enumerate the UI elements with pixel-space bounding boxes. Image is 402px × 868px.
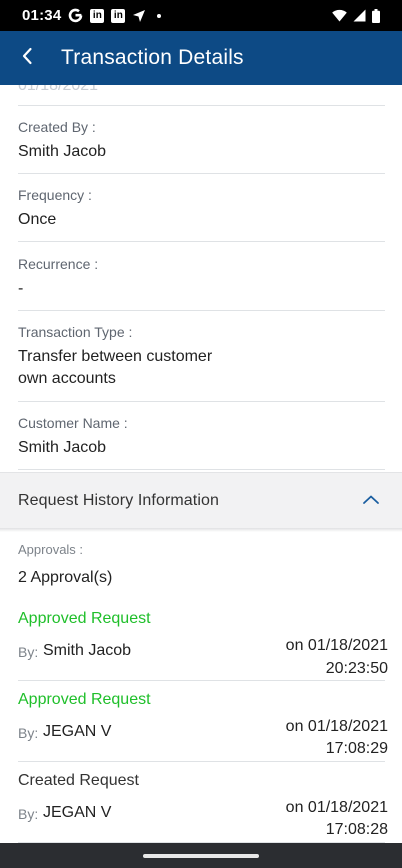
history-entry-time: 17:08:29	[325, 740, 388, 757]
request-history-header[interactable]: Request History Information	[0, 472, 402, 528]
transaction-type-value-line1: Transfer between customer	[18, 348, 213, 365]
field-divider	[18, 401, 385, 402]
request-history-title: Request History Information	[18, 491, 220, 509]
customer-name-value: Smith Jacob	[18, 439, 107, 456]
home-gesture-handle[interactable]	[143, 853, 259, 858]
details-scroll-view[interactable]: 01/18/2021 Created By : Smith Jacob Freq…	[0, 85, 402, 843]
linkedin-icon: in	[111, 8, 126, 23]
battery-icon	[372, 8, 380, 23]
history-entry-by: Smith Jacob	[43, 642, 132, 659]
history-entry-title: Approved Request	[18, 610, 151, 627]
field-divider	[18, 105, 385, 106]
history-entry-date: on 01/18/2021	[285, 799, 388, 816]
history-entry-by: JEGAN V	[43, 804, 112, 821]
signal-icon	[353, 9, 366, 22]
frequency-label: Frequency :	[18, 187, 92, 203]
status-time: 01:34	[22, 7, 62, 24]
created-by-label: Created By :	[18, 119, 96, 135]
by-label: By:	[18, 644, 39, 660]
approvals-label: Approvals :	[18, 542, 84, 557]
section-shadow	[0, 528, 402, 532]
recurrence-label: Recurrence :	[18, 256, 99, 272]
wifi-icon	[332, 9, 347, 22]
history-entry-time: 20:23:50	[325, 660, 388, 677]
field-divider	[18, 310, 385, 311]
recurrence-value: -	[18, 280, 24, 297]
back-button[interactable]	[2, 31, 52, 85]
customer-name-label: Customer Name :	[18, 415, 128, 431]
status-right	[332, 8, 380, 23]
transaction-type-value-line2: own accounts	[18, 370, 116, 387]
navigation-icon	[132, 9, 146, 23]
status-left: 01:34 in in	[22, 7, 162, 24]
linkedin-icon: in	[90, 8, 105, 23]
app-bar: Transaction Details	[0, 31, 402, 85]
notification-dot-icon	[157, 13, 162, 18]
field-divider	[18, 761, 385, 762]
field-divider	[18, 680, 385, 681]
system-nav-bar	[0, 843, 402, 868]
field-divider	[18, 173, 385, 174]
history-entry-date: on 01/18/2021	[285, 637, 388, 654]
back-arrow-icon	[21, 47, 33, 70]
google-icon	[68, 8, 83, 23]
history-entry-title: Created Request	[18, 772, 139, 789]
history-entry-date: on 01/18/2021	[285, 718, 388, 735]
chevron-up-icon[interactable]	[362, 492, 380, 508]
field-divider	[18, 241, 385, 242]
by-label: By:	[18, 725, 39, 741]
previous-field-value: 01/18/2021	[18, 85, 99, 94]
by-label: By:	[18, 806, 39, 822]
field-divider	[18, 469, 385, 470]
history-entry-time: 17:08:28	[325, 821, 388, 838]
page-title: Transaction Details	[61, 46, 244, 69]
device-screen: 01:34 in in Transaction Details 01/18/20…	[0, 0, 402, 868]
frequency-value: Once	[18, 211, 57, 228]
history-entry-title: Approved Request	[18, 691, 151, 708]
history-entry-by: JEGAN V	[43, 723, 112, 740]
transaction-type-label: Transaction Type :	[18, 324, 133, 340]
created-by-value: Smith Jacob	[18, 143, 107, 160]
status-bar: 01:34 in in	[0, 0, 402, 31]
approvals-value: 2 Approval(s)	[18, 569, 113, 586]
